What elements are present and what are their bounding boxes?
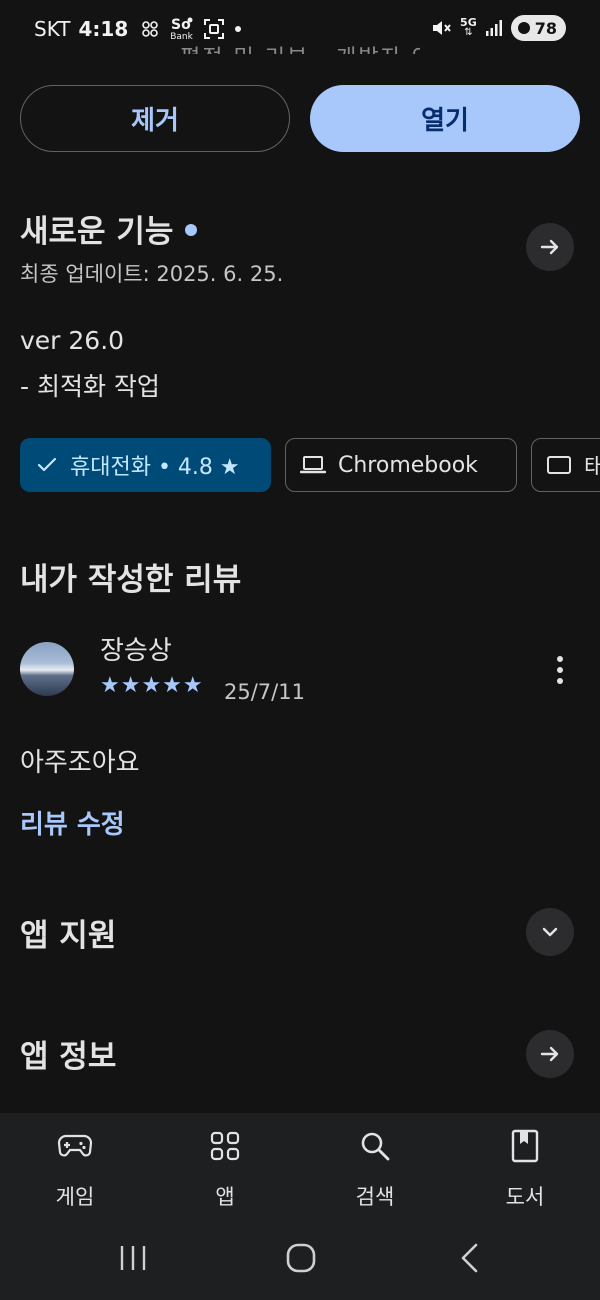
sync-icon [142, 21, 159, 37]
whats-new-title: 새로운 기능 [20, 214, 174, 250]
chip-label: 휴대전화 • 4.8 ★ [70, 455, 240, 480]
arrow-right-icon [540, 239, 559, 255]
star-rating: ★★★★★ [100, 673, 204, 698]
nav-apps[interactable]: 앱 [150, 1113, 300, 1223]
carrier-label: SKT [34, 17, 71, 41]
my-review-title: 내가 작성한 리뷰 [20, 562, 242, 598]
tablet-icon [546, 454, 572, 476]
edit-review-link[interactable]: 리뷰 수정 [20, 804, 125, 841]
nav-label: 도서 [505, 1185, 545, 1209]
release-note-line: ver 26.0 [20, 326, 125, 355]
open-button[interactable]: 열기 [310, 85, 580, 152]
5g-icon: 5G ⇅ [460, 16, 477, 38]
apps-grid-icon [210, 1129, 240, 1163]
new-indicator-dot [185, 223, 198, 236]
app-support-header[interactable]: 앱 지원 [20, 910, 116, 955]
dot-icon [234, 26, 241, 32]
last-updated: 최종 업데이트: 2025. 6. 25. [20, 262, 284, 286]
nav-search[interactable]: 검색 [300, 1113, 450, 1223]
nav-books[interactable]: 도서 [450, 1113, 600, 1223]
scrolled-header-text: 평점 및 리뷰 · 개발자 연락처 [180, 34, 420, 54]
more-vert-icon [557, 656, 563, 662]
laptop-icon [300, 454, 326, 476]
review-text: 아주조아요 [20, 748, 140, 778]
mute-icon [433, 21, 451, 35]
more-options-button[interactable] [546, 650, 574, 690]
chip-chromebook[interactable]: Chromebook [285, 438, 517, 492]
review-author: 장승상 [100, 636, 172, 666]
chevron-down-icon [542, 927, 558, 937]
nav-label: 검색 [355, 1185, 395, 1209]
device-chips: 휴대전화 • 4.8 ★ Chromebook 태블릿 [20, 438, 600, 492]
app-support-expand-button[interactable] [526, 908, 574, 956]
avatar [20, 642, 74, 696]
about-app-arrow-button[interactable] [526, 1030, 574, 1078]
release-note-line: - 최적화 작업 [20, 372, 160, 401]
nav-games[interactable]: 게임 [0, 1113, 150, 1223]
arrow-right-icon [540, 1046, 559, 1062]
home-icon[interactable] [285, 1242, 317, 1274]
whats-new-arrow-button[interactable] [526, 223, 574, 271]
nav-label: 앱 [215, 1185, 235, 1209]
gamepad-icon [57, 1129, 93, 1163]
chip-tablet[interactable]: 태블릿 [531, 438, 600, 492]
book-icon [511, 1129, 539, 1163]
back-icon[interactable] [458, 1242, 482, 1274]
check-icon [36, 454, 58, 476]
battery-level: 78 [534, 18, 557, 38]
chip-label: 태블릿 [584, 455, 600, 480]
clock: 4:18 [78, 17, 129, 41]
system-navigation [0, 1232, 600, 1284]
signal-icon [485, 20, 502, 36]
bottom-navigation: 게임 앱 검색 도서 [0, 1113, 600, 1300]
release-notes: ver 26.0 - 최적화 작업 [20, 318, 160, 410]
nav-label: 게임 [55, 1185, 95, 1209]
status-right: 5G ⇅ 78 [430, 15, 566, 41]
search-icon [359, 1129, 391, 1163]
review-date: 25/7/11 [224, 680, 305, 704]
chip-phone[interactable]: 휴대전화 • 4.8 ★ [20, 438, 271, 492]
remove-button[interactable]: 제거 [20, 85, 290, 152]
chip-label: Chromebook [338, 452, 478, 478]
battery-icon: 78 [510, 15, 566, 41]
recent-apps-icon[interactable] [118, 1244, 148, 1272]
partial-links-text: 평점 및 리뷰 · 개발자 연락처 [180, 40, 420, 54]
about-app-header[interactable]: 앱 정보 [20, 1031, 116, 1076]
whats-new-header[interactable]: 새로운 기능 [20, 206, 198, 251]
